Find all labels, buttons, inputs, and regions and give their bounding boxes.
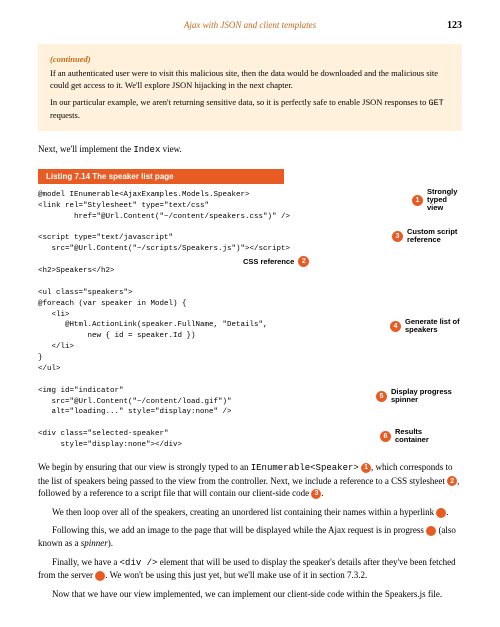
inline-cue-5: 5	[426, 526, 436, 536]
annotation-3: 3 Custom script reference	[392, 228, 464, 245]
cue-5: 5	[376, 391, 387, 402]
annotation-1: 1 Strongly typed view	[412, 188, 464, 213]
cue-6: 6	[380, 431, 391, 442]
cue-3: 3	[392, 231, 403, 242]
intro-line: Next, we'll implement the Index view.	[38, 143, 462, 157]
inline-cue-4: 4	[436, 508, 446, 518]
code-listing: @model IEnumerable<AjaxExamples.Models.S…	[38, 190, 462, 451]
body-para-1: We begin by ensuring that our view is st…	[38, 461, 462, 500]
body-para-3: Following this, we add an image to the p…	[38, 524, 462, 549]
inline-cue-6: 6	[95, 571, 105, 581]
callout-continued: (continued) If an authenticated user wer…	[38, 44, 462, 131]
cue-1: 1	[412, 195, 423, 206]
body-para-4: Finally, we have a <div /> element that …	[38, 556, 462, 582]
annotation-4: 4 Generate list of speakers	[390, 318, 464, 335]
annotation-2: CSS reference 2	[243, 256, 309, 267]
callout-label: (continued)	[50, 54, 450, 65]
inline-cue-1: 1	[361, 463, 371, 473]
page-number: 123	[447, 20, 462, 31]
cue-2: 2	[298, 256, 309, 267]
inline-cue-2: 2	[447, 476, 457, 486]
annotation-6: 6 Results container	[380, 428, 442, 445]
annotation-5: 5 Display progress spinner	[376, 388, 464, 405]
callout-paragraph-1: If an authenticated user were to visit t…	[50, 68, 450, 91]
inline-cue-3: 3	[311, 489, 321, 499]
body-para-5: Now that we have our view implemented, w…	[38, 588, 462, 601]
code-block: @model IEnumerable<AjaxExamples.Models.S…	[38, 190, 372, 451]
listing-title: Listing 7.14 The speaker list page	[38, 169, 284, 184]
running-head: Ajax with JSON and client templates	[38, 20, 462, 30]
body-para-2: We then loop over all of the speakers, c…	[38, 506, 462, 519]
cue-4: 4	[390, 321, 401, 332]
callout-paragraph-2: In our particular example, we aren't ret…	[50, 97, 450, 121]
page-header: Ajax with JSON and client templates 123	[38, 20, 462, 30]
